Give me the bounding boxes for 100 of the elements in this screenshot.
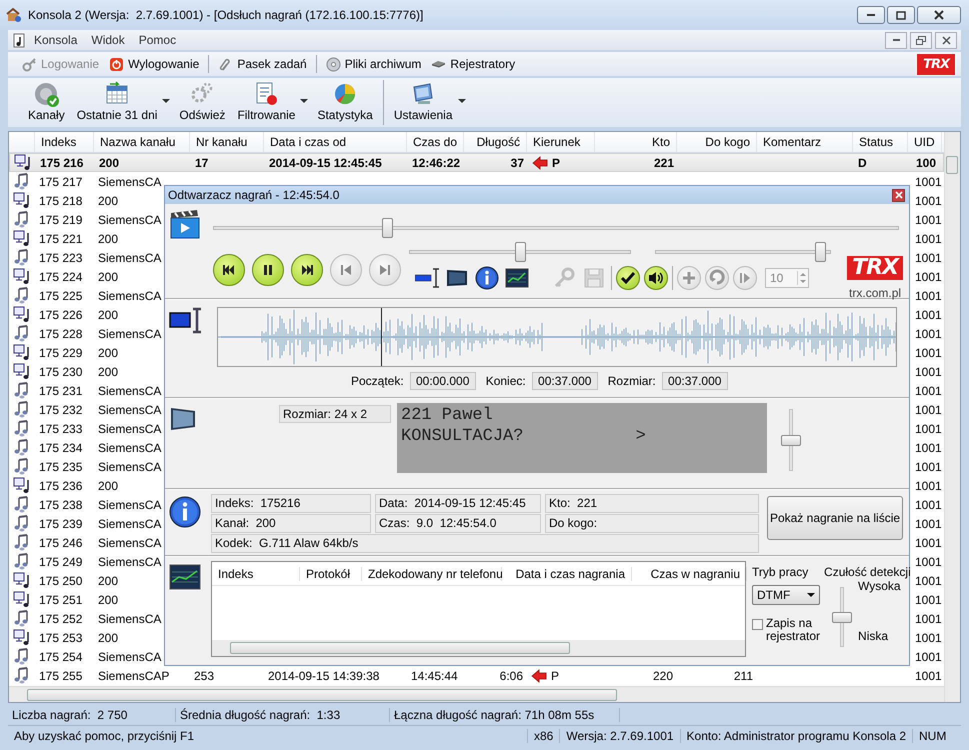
table-cell-text: 17: [194, 154, 210, 171]
table-cell-text: 175 255: [38, 668, 84, 684]
table-cell-text: 1001: [914, 326, 942, 342]
start-time-field: 00:00.000: [410, 372, 476, 390]
table-cell-text: 175 234: [38, 440, 84, 456]
info-field: Indeks: 175216: [211, 494, 371, 513]
table-cell-text: SiemensCA: [97, 212, 162, 228]
table-cell-text: SiemensCA: [97, 420, 162, 438]
table-cell-text: 1001: [914, 440, 942, 456]
table-cell-text: 175 233: [38, 420, 84, 438]
table-cell-text: 175 246: [38, 534, 84, 552]
status-text: NUM: [918, 728, 948, 742]
table-cell-text: 221: [652, 154, 675, 171]
website-label: trx.com.pl: [849, 286, 902, 300]
table-cell-text: 1001: [914, 420, 942, 438]
field-label: Początek:: [351, 374, 404, 388]
info-field: Kanał: 200: [211, 514, 371, 533]
table-cell-text: 175 229: [38, 344, 84, 362]
table-cell-text: 12:46:22: [411, 154, 462, 171]
status-text: Aby uzyskać pomoc, przyciśnij F1: [8, 728, 528, 742]
display-line: 221 Pawel: [401, 405, 494, 426]
table-cell-text: 200: [97, 268, 120, 286]
table-cell-text: 1001: [914, 382, 942, 400]
table-cell-text: 1001: [914, 288, 942, 304]
table-cell-text: 1001: [914, 516, 942, 532]
table-cell-text: SiemensCA: [97, 458, 162, 476]
table-cell-text: 175 231: [38, 382, 84, 400]
table-cell-text: 1001: [914, 174, 942, 190]
duration-field: 00:37.000: [662, 372, 728, 390]
table-cell-text: 1001: [914, 648, 942, 666]
field-label: Niska: [858, 629, 890, 643]
table-cell-text: SiemensCA: [97, 648, 162, 666]
trx-logo: TRX: [847, 256, 903, 280]
table-cell-text: SiemensCA: [97, 382, 162, 400]
table-cell-text: 1001: [914, 306, 942, 324]
table-cell-text: 200: [97, 230, 120, 248]
table-cell-text: 175 236: [38, 478, 84, 494]
table-cell-text: 200: [97, 478, 120, 494]
table-cell-text: 1001: [914, 364, 942, 380]
table-cell: P: [552, 156, 560, 170]
field-label: Koniec:: [486, 374, 526, 388]
table-cell-text: D: [857, 154, 868, 171]
table-cell-text: 14:45:44: [410, 668, 459, 684]
table-cell-text: 175 223: [38, 250, 84, 266]
info-field: Czas: 9.0 12:45:54.0: [375, 514, 541, 533]
table-cell-text: 175 252: [38, 610, 84, 628]
table-cell-text: 200: [97, 572, 120, 590]
table-cell-text: 253: [193, 668, 216, 684]
table-cell-text: SiemensCAP: [97, 668, 170, 684]
table-cell-text: 175 235: [38, 458, 84, 476]
table-cell-text: SiemensCA: [97, 288, 162, 304]
field-label: Wysoka: [858, 579, 901, 593]
table-cell-text: 1001: [914, 402, 942, 418]
table-cell-text: SiemensCA: [97, 516, 162, 532]
table-cell-text: 1001: [914, 496, 942, 514]
table-cell-text: SiemensCA: [97, 554, 162, 570]
table-cell-text: 175 219: [38, 212, 84, 228]
field-label: Rozmiar:: [608, 374, 656, 388]
table-cell-text: 175 218: [38, 192, 84, 210]
table-cell-text: 175 216: [39, 154, 84, 171]
table-cell-text: 1001: [914, 572, 942, 590]
table-cell-text: 200: [97, 630, 120, 646]
table-cell: P: [551, 668, 560, 682]
table-cell-text: 175 254: [38, 648, 84, 666]
table-cell-text: 2014-09-15 14:39:38: [267, 668, 380, 684]
table-cell-text: 1001: [914, 610, 942, 628]
table-cell-text: 175 238: [38, 496, 84, 514]
status-text: Liczba nagrań: 2 750: [8, 708, 176, 722]
table-cell-text: 175 225: [38, 288, 84, 304]
table-cell-text: SiemensCA: [97, 496, 162, 514]
table-cell-text: 200: [98, 154, 120, 171]
table-cell-text: 1001: [914, 250, 942, 266]
info-field: Do kogo:: [545, 514, 759, 533]
table-cell-text: 1001: [914, 592, 942, 608]
checkbox-label: Zapis na rejestrator: [766, 617, 820, 643]
table-cell-text: 211: [732, 668, 754, 684]
info-field: Data: 2014-09-15 12:45:45: [375, 494, 541, 513]
table-cell-text: 1001: [914, 212, 942, 228]
status-text: Średnia długość nagrań: 1:33: [176, 708, 390, 722]
table-cell-text: 175 230: [38, 364, 84, 380]
table-cell-text: SiemensCA: [97, 326, 162, 342]
display-line: KONSULTACJA? >: [401, 426, 647, 447]
table-cell-text: 175 232: [38, 402, 84, 418]
table-cell-text: 1001: [914, 630, 942, 646]
table-cell-text: 1001: [914, 554, 942, 570]
table-cell-text: 1001: [914, 230, 942, 248]
table-cell-text: 220: [652, 668, 674, 684]
status-text: Konto: Administrator programu Konsola 2: [680, 728, 913, 742]
status-text: x86: [528, 728, 560, 742]
info-field: Kodek: G.711 Alaw 64kb/s: [211, 534, 759, 553]
table-cell-text: 100: [915, 154, 938, 171]
table-cell-text: 175 226: [38, 306, 84, 324]
table-cell-text: 200: [97, 344, 120, 362]
table-cell-text: 1001: [914, 458, 942, 476]
table-cell-text: 2014-09-15 12:45:45: [268, 154, 383, 171]
table-cell-text: 175 249: [38, 554, 84, 570]
end-time-field: 00:37.000: [532, 372, 598, 390]
table-cell-text: SiemensCA: [97, 440, 162, 456]
table-cell-text: SiemensCA: [97, 174, 162, 190]
table-cell-text: 175 239: [38, 516, 84, 532]
